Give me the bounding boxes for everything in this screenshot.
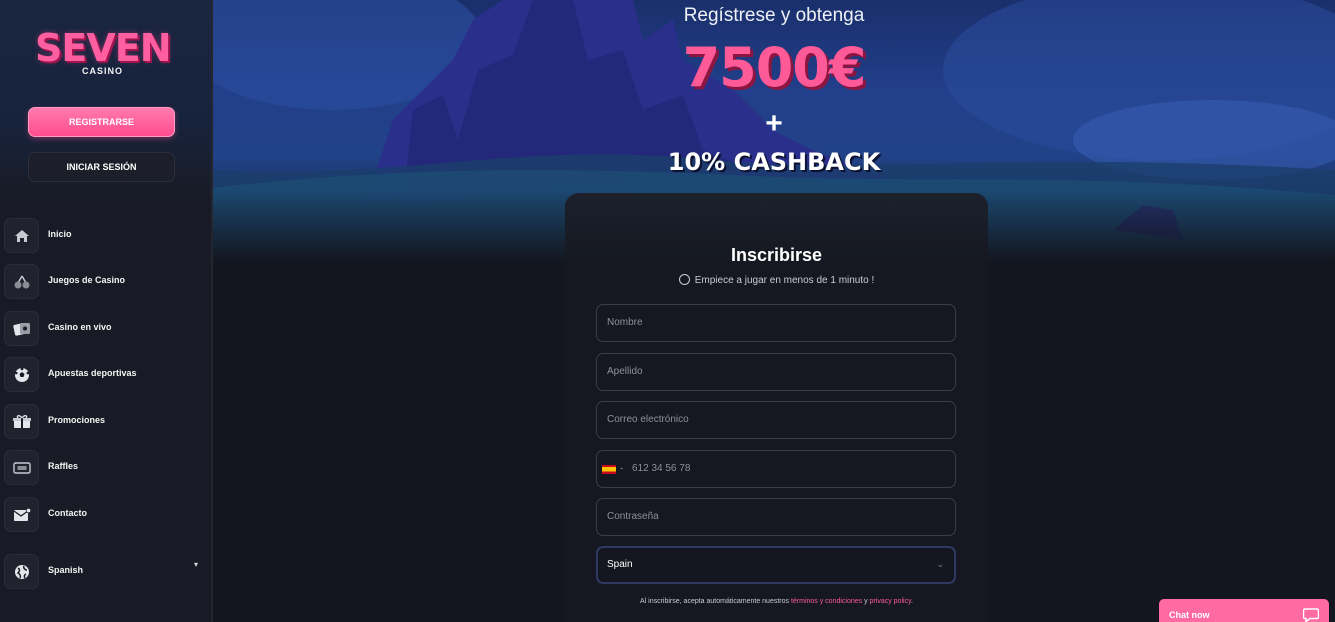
phone-field[interactable]: - 612 34 56 78 xyxy=(596,450,956,488)
phone-placeholder: 612 34 56 78 xyxy=(632,463,691,474)
sidebar-item-raffles[interactable]: Raffles xyxy=(4,450,204,486)
phone-prefix: - xyxy=(620,463,623,473)
hero-title: Regístrese y obtenga xyxy=(683,5,865,26)
sidebar-item-label: Promociones xyxy=(48,415,106,425)
first-name-field[interactable]: Nombre xyxy=(596,304,956,342)
home-icon xyxy=(4,218,39,253)
chevron-down-icon: ▾ xyxy=(193,560,198,569)
sidebar-item-label: Casino en vivo xyxy=(48,322,112,332)
register-button[interactable]: REGISTRARSE xyxy=(28,107,175,137)
country-select[interactable]: Spain ⌄ xyxy=(596,546,956,584)
login-button[interactable]: INICIAR SESIÓN xyxy=(28,152,175,182)
gift-icon xyxy=(4,404,39,439)
sidebar-item-apuestas-deportivas[interactable]: Apuestas deportivas xyxy=(4,357,204,393)
sidebar-item-label: Juegos de Casino xyxy=(48,275,126,285)
email-field[interactable]: Correo electrónico xyxy=(596,401,956,439)
password-field[interactable]: Contraseña xyxy=(596,498,956,536)
first-name-placeholder: Nombre xyxy=(607,317,643,328)
hero-cashback: 10% CASHBACK xyxy=(667,148,881,176)
sidebar: SEVEN CASINO REGISTRARSE INICIAR SESIÓN … xyxy=(0,0,213,622)
sidebar-item-label: Apuestas deportivas xyxy=(48,368,137,378)
logo-subtext: CASINO xyxy=(82,66,124,76)
clock-icon xyxy=(678,274,690,285)
terms-link[interactable]: términos y condiciones xyxy=(791,598,862,605)
form-title: Inscribirse xyxy=(730,245,823,265)
sidebar-item-label: Inicio xyxy=(48,229,72,239)
logo-text: SEVEN xyxy=(35,26,171,70)
email-placeholder: Correo electrónico xyxy=(607,414,689,425)
terms-suffix: . xyxy=(911,598,913,605)
signup-card: Inscribirse Empiece a jugar en menos de … xyxy=(565,193,988,622)
form-subtitle: Empiece a jugar en menos de 1 minuto ! xyxy=(565,274,988,286)
terms-middle: y xyxy=(862,598,870,605)
terms-text: Al inscribirse, acepta automáticamente n… xyxy=(565,598,988,605)
cards-icon xyxy=(4,311,39,346)
language-label: Spanish xyxy=(48,565,84,575)
form-subtitle-text: Empiece a jugar en menos de 1 minuto ! xyxy=(694,275,875,286)
sidebar-item-label: Contacto xyxy=(48,508,87,518)
chat-widget[interactable]: Chat now xyxy=(1159,599,1329,622)
mail-icon xyxy=(4,497,39,532)
chevron-down-icon: ⌄ xyxy=(936,559,944,569)
last-name-placeholder: Apellido xyxy=(607,366,643,377)
sidebar-item-label: Raffles xyxy=(48,461,79,471)
globe-icon xyxy=(4,554,39,589)
last-name-field[interactable]: Apellido xyxy=(596,353,956,391)
cherries-icon xyxy=(4,264,39,299)
sidebar-item-casino-en-vivo[interactable]: Casino en vivo xyxy=(4,311,204,347)
sidebar-item-juegos-de-casino[interactable]: Juegos de Casino xyxy=(4,264,204,300)
ticket-icon xyxy=(4,450,39,485)
spain-flag-icon[interactable] xyxy=(602,465,616,474)
country-value: Spain xyxy=(607,559,633,570)
password-placeholder: Contraseña xyxy=(607,511,659,522)
hero-plus: + xyxy=(765,107,783,140)
soccer-ball-icon xyxy=(4,357,39,392)
terms-prefix: Al inscribirse, acepta automáticamente n… xyxy=(639,598,791,605)
chat-label: Chat now xyxy=(1169,610,1210,620)
chat-bubble-icon xyxy=(1302,608,1320,622)
sidebar-item-promociones[interactable]: Promociones xyxy=(4,404,204,440)
hero-amount: 7500€ xyxy=(682,36,867,99)
language-selector[interactable]: Spanish ▾ xyxy=(4,554,204,590)
sidebar-item-contacto[interactable]: Contacto xyxy=(4,497,204,533)
logo[interactable]: SEVEN CASINO xyxy=(35,26,171,80)
sidebar-item-inicio[interactable]: Inicio xyxy=(4,218,204,254)
privacy-link[interactable]: privacy policy xyxy=(870,598,912,605)
